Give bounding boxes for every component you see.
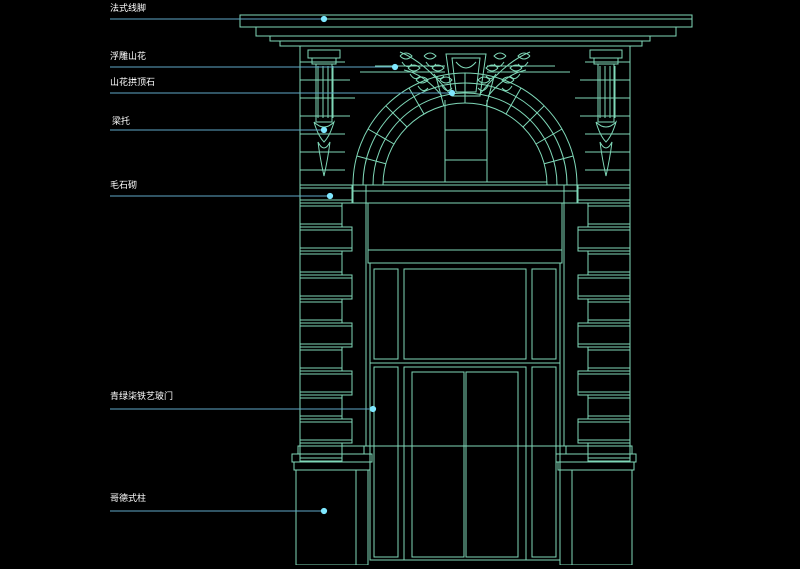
- leader-rubble-masonry-dot: [326, 192, 334, 200]
- iron-glass-door: [370, 263, 560, 560]
- arch: [353, 73, 577, 185]
- leader-bracket-dot: [320, 126, 328, 134]
- fanlight-window: [383, 100, 547, 182]
- bracket-left: [308, 50, 340, 176]
- label-rubble-masonry: 毛石砌: [110, 181, 138, 191]
- leader-cornice-dot: [320, 15, 328, 23]
- label-corinthian-column: 哥德式柱: [110, 494, 147, 504]
- pilaster-left: [300, 185, 366, 461]
- label-cornice: 法式线脚: [110, 4, 147, 14]
- leader-corinthian-column-dot: [320, 507, 328, 515]
- label-keystone: 山花拱顶石: [110, 78, 156, 88]
- pilaster-right: [564, 185, 630, 461]
- leader-keystone-dot: [448, 89, 456, 97]
- wall-body: [300, 46, 630, 446]
- label-relief-carving: 浮雕山花: [110, 52, 147, 62]
- cornice-molding: [240, 15, 692, 46]
- column-base-right: [556, 446, 636, 565]
- leader-iron-glass-door-dot: [369, 405, 377, 413]
- leader-relief-carving-dot: [391, 63, 399, 71]
- elevation-drawing: 法式线脚 浮雕山花 山花拱顶石 梁托 毛石砌 青绿柒铁艺玻门 哥德式柱: [0, 0, 800, 565]
- column-base-left: [292, 446, 372, 565]
- bracket-right: [590, 50, 622, 176]
- label-iron-glass-door: 青绿柒铁艺玻门: [110, 392, 174, 402]
- leaders: [110, 15, 456, 515]
- impost-band: [353, 185, 577, 263]
- label-bracket: 梁托: [112, 117, 131, 127]
